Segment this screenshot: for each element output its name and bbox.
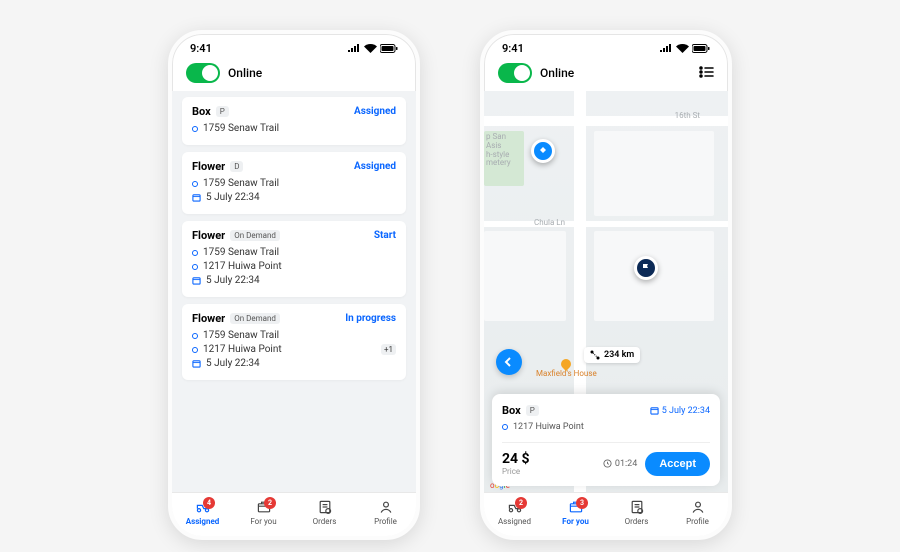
card-status: Assigned [354,161,396,172]
list-icon[interactable] [699,64,714,82]
accept-button[interactable]: Accept [645,452,710,476]
nav-label: Profile [374,517,397,526]
nav-profile[interactable]: Profile [355,499,416,526]
nav-assigned[interactable]: 4 Assigned [172,499,233,526]
pickup-pin[interactable] [531,139,555,163]
sheet-tag: P [526,405,539,416]
street-label: Chula Ln [534,218,565,227]
card-title: Flower [192,229,225,242]
delivery-card[interactable]: Flower On Demand In progress 1759 Senaw … [182,304,406,380]
card-addr1: 1759 Senaw Trail [203,247,279,258]
orders-icon [629,499,645,515]
calendar-icon [192,359,201,368]
card-addr1: 1759 Senaw Trail [203,178,279,189]
card-extra-badge: +1 [381,344,396,355]
card-addr2: 1217 Huiwa Point [203,344,282,355]
online-toggle[interactable] [186,63,220,83]
nav-badge: 2 [264,497,276,509]
card-status: In progress [345,313,396,324]
dropoff-dot-icon [192,264,198,270]
clock-icon [603,459,612,468]
online-label: Online [228,66,262,80]
card-addr2: 1217 Huiwa Point [203,261,282,272]
card-time: 5 July 22:34 [206,192,260,203]
pickup-dot-icon [192,333,198,339]
online-label: Online [540,66,574,80]
nav-label: For you [562,517,589,526]
card-list: Box P Assigned 1759 Senaw Trail Flower D… [172,91,416,492]
status-icons [347,44,398,53]
card-addr1: 1759 Senaw Trail [203,123,279,134]
bottom-nav: 2 Assigned 3 For you Orders Profile [484,492,728,536]
phone-right: 9:41 Online p San Asis h-style metery 16… [480,30,732,540]
distance-chip: 234 km [584,347,640,363]
delivery-card[interactable]: Flower On Demand Start 1759 Senaw Trail … [182,221,406,297]
card-title: Box [192,105,211,118]
distance-value: 234 km [604,350,634,360]
bottom-nav: 4 Assigned 2 For you Orders Profile [172,492,416,536]
addr-dot-icon [502,424,508,430]
calendar-icon [192,276,201,285]
nav-foryou[interactable]: 2 For you [233,499,294,526]
sheet-title: Box [502,404,521,417]
orders-icon [317,499,333,515]
header: Online [484,59,728,91]
nav-label: For you [250,517,276,526]
delivery-card[interactable]: Flower D Assigned 1759 Senaw Trail 5 Jul… [182,152,406,214]
card-status: Assigned [354,106,396,117]
dropoff-dot-icon [192,347,198,353]
status-bar: 9:41 [172,34,416,59]
card-status: Start [374,230,396,241]
status-bar: 9:41 [484,34,728,59]
nav-label: Orders [313,517,337,526]
phone-left: 9:41 Online Box P Assigned 1759 Senaw Tr… [168,30,420,540]
sheet-date: 5 July 22:34 [650,406,710,416]
price-label: Price [502,467,530,476]
nav-badge: 4 [203,497,215,509]
nav-orders[interactable]: Orders [606,499,667,526]
nav-orders[interactable]: Orders [294,499,355,526]
nav-badge: 3 [576,497,588,509]
status-time: 9:41 [502,42,524,55]
calendar-icon [192,193,201,202]
status-time: 9:41 [190,42,212,55]
card-time: 5 July 22:34 [206,275,260,286]
delivery-card[interactable]: Box P Assigned 1759 Senaw Trail [182,97,406,145]
nav-foryou[interactable]: 3 For you [545,499,606,526]
cemetery-label: p San Asis h-style metery [486,133,511,168]
profile-icon [690,499,706,515]
nav-label: Assigned [186,517,220,526]
nav-label: Orders [625,517,649,526]
card-tag: On Demand [230,313,280,324]
profile-icon [378,499,394,515]
card-title: Flower [192,160,225,173]
card-tag: On Demand [230,230,280,241]
nav-profile[interactable]: Profile [667,499,728,526]
map[interactable]: p San Asis h-style metery 16th St Chula … [484,91,728,492]
card-tag: P [216,106,229,117]
order-sheet: Box P 5 July 22:34 1217 Huiwa Point 24 $… [492,394,720,486]
card-addr1: 1759 Senaw Trail [203,330,279,341]
header: Online [172,59,416,91]
nav-assigned[interactable]: 2 Assigned [484,499,545,526]
calendar-icon [650,406,659,415]
online-toggle[interactable] [498,63,532,83]
timer: 01:24 [603,459,637,469]
status-icons [659,44,710,53]
back-button[interactable] [496,349,522,375]
card-title: Flower [192,312,225,325]
dropoff-pin[interactable] [634,256,658,280]
pickup-dot-icon [192,181,198,187]
sheet-addr: 1217 Huiwa Point [513,422,584,432]
pickup-dot-icon [192,250,198,256]
nav-label: Profile [686,517,709,526]
card-tag: D [230,161,243,172]
pickup-dot-icon [192,126,198,132]
card-time: 5 July 22:34 [206,358,260,369]
street-label: 16th St [675,111,700,120]
nav-label: Assigned [498,517,531,526]
price-value: 24 $ [502,451,530,467]
nav-badge: 2 [515,497,527,509]
